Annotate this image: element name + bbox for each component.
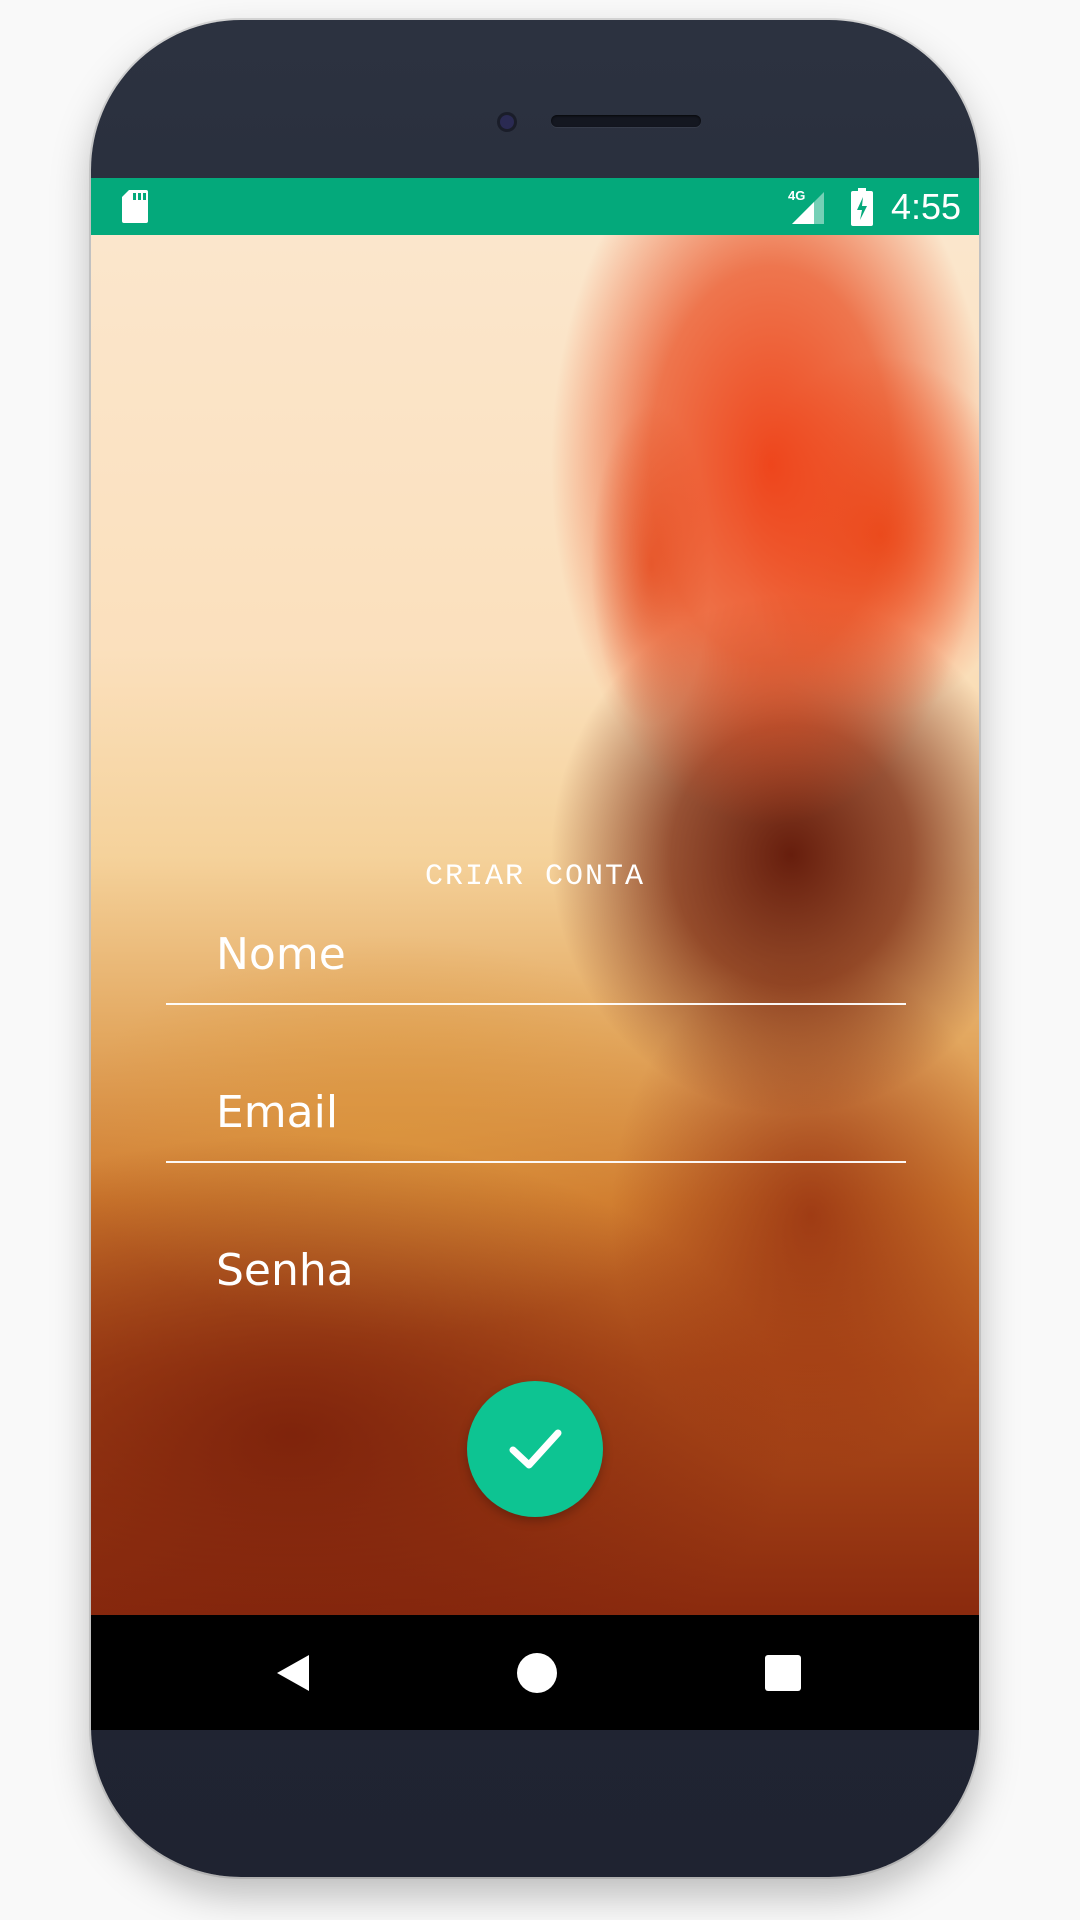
page-title: CRIAR CONTA: [424, 860, 646, 894]
network-type-label: 4G: [788, 188, 805, 203]
check-icon: [509, 1429, 562, 1469]
password-field-placeholder: Senha: [216, 1245, 354, 1296]
sd-card-icon: [122, 190, 148, 223]
email-field[interactable]: Email: [166, 1073, 906, 1163]
name-field-underline: [166, 1003, 906, 1005]
recents-square-icon[interactable]: [761, 1651, 805, 1695]
battery-charging-icon: [851, 188, 873, 226]
status-bar: 4G 4:55: [91, 178, 979, 235]
password-field[interactable]: Senha: [166, 1231, 906, 1321]
submit-button[interactable]: [467, 1381, 603, 1517]
navigation-bar: [91, 1615, 979, 1730]
email-field-placeholder: Email: [216, 1087, 339, 1138]
name-field[interactable]: Nome: [166, 915, 906, 1005]
front-camera: [500, 115, 514, 129]
back-triangle-icon[interactable]: [271, 1651, 315, 1695]
email-field-underline: [166, 1161, 906, 1163]
signal-icon: 4G: [788, 188, 824, 224]
screen: 4G 4:55 CRIAR CONTA Nome Email Senha: [91, 178, 979, 1730]
page: 4G 4:55 CRIAR CONTA Nome Email Senha: [0, 0, 1080, 1920]
name-field-placeholder: Nome: [216, 929, 346, 980]
signup-screen: CRIAR CONTA Nome Email Senha: [91, 235, 979, 1615]
status-clock: 4:55: [891, 186, 962, 227]
home-circle-icon[interactable]: [515, 1651, 559, 1695]
earpiece-speaker: [551, 115, 701, 127]
